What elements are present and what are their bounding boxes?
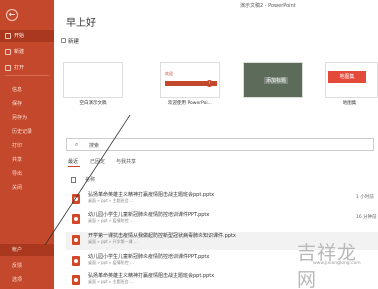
watermark-url: www.jixianglong.com: [313, 261, 361, 266]
powerpoint-backstage: ← 开始 新建 打开 信息 保存 另存为 历史记录 打印 共享 导出 关闭 帐户…: [0, 0, 378, 289]
watermark-logo: 吉祥龙网 www.jixianglong.com: [283, 237, 373, 289]
